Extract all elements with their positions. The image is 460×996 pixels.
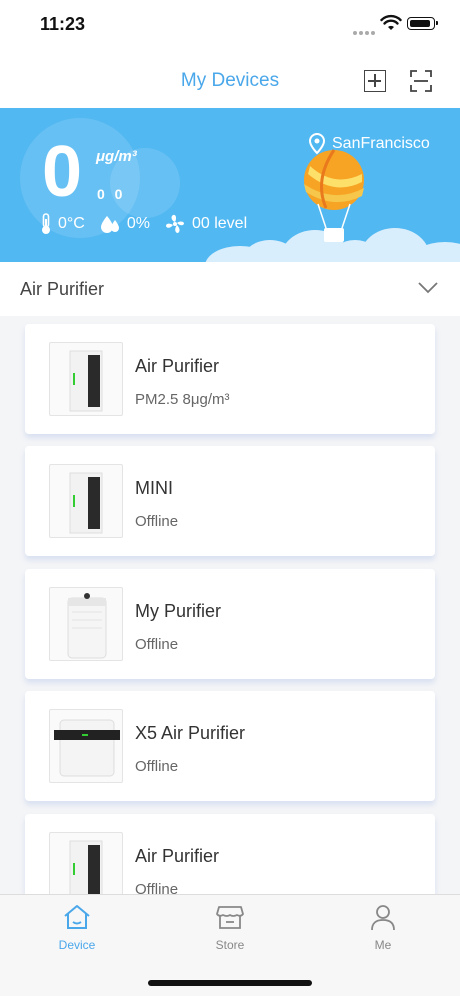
device-image xyxy=(49,709,123,783)
humidity-value: 0% xyxy=(126,215,150,232)
status-bar: 11:23 xyxy=(0,0,460,52)
device-status: Offline xyxy=(135,758,179,775)
device-status: Offline xyxy=(135,881,179,894)
device-status: Offline xyxy=(135,636,179,653)
pm25-sub-value: 0 0 xyxy=(97,186,126,202)
device-list: Air Purifier PM2.5 8μg/m³ MINI Offline M… xyxy=(0,316,460,894)
humidity-icon xyxy=(100,216,119,233)
tab-me[interactable]: Me xyxy=(333,903,433,952)
device-status: PM2.5 8μg/m³ xyxy=(135,391,230,408)
device-status: Offline xyxy=(135,513,179,530)
status-time: 11:23 xyxy=(40,14,86,34)
fan-level-stat: 00 level xyxy=(164,213,247,235)
tab-label: Device xyxy=(58,938,96,952)
purifier-icon xyxy=(69,472,103,534)
temperature-value: 0°C xyxy=(58,215,85,232)
home-icon xyxy=(64,905,90,929)
device-name: Air Purifier xyxy=(135,846,220,866)
battery-icon xyxy=(407,17,438,30)
plus-square-icon[interactable] xyxy=(364,70,386,92)
tab-label: Me xyxy=(374,938,392,952)
person-icon xyxy=(371,905,395,931)
device-image xyxy=(49,342,123,416)
device-card[interactable]: Air Purifier PM2.5 8μg/m³ xyxy=(25,324,435,434)
fan-icon xyxy=(165,214,184,233)
device-name: X5 Air Purifier xyxy=(135,723,246,743)
tab-store[interactable]: Store xyxy=(180,903,280,952)
home-indicator[interactable] xyxy=(148,980,312,986)
device-card[interactable]: Air Purifier Offline xyxy=(25,814,435,894)
purifier-icon xyxy=(54,719,120,777)
temperature-stat: 0°C xyxy=(40,213,85,235)
store-icon xyxy=(216,906,244,929)
purifier-icon xyxy=(69,350,103,412)
device-name: My Purifier xyxy=(135,601,222,621)
device-name: MINI xyxy=(135,478,173,498)
pm25-value: 0 xyxy=(42,132,83,212)
fan-level-value: 00 level xyxy=(191,215,248,232)
device-image xyxy=(49,464,123,538)
device-card[interactable]: X5 Air Purifier Offline xyxy=(25,691,435,801)
scan-icon[interactable] xyxy=(409,69,433,93)
page-title: My Devices xyxy=(180,70,280,91)
device-group-header[interactable]: Air Purifier xyxy=(0,262,460,316)
pm25-unit: μg/m³ xyxy=(96,148,137,165)
signal-icon xyxy=(353,22,377,40)
device-group-title: Air Purifier xyxy=(20,279,105,299)
purifier-icon xyxy=(69,840,103,894)
environment-stats: 0°C 0% 00 level xyxy=(40,212,261,236)
humidity-stat: 0% xyxy=(99,214,150,234)
device-card[interactable]: My Purifier Offline xyxy=(25,569,435,679)
tab-label: Store xyxy=(215,938,245,952)
air-quality-banner: 0 μg/m³ 0 0 0°C 0% 00 level SanFrancisco xyxy=(0,108,460,262)
hot-air-balloon-icon xyxy=(304,149,364,242)
tab-device[interactable]: Device xyxy=(27,903,127,952)
purifier-icon xyxy=(67,593,107,659)
nav-bar: My Devices xyxy=(0,52,460,108)
wifi-icon xyxy=(380,14,402,30)
thermometer-icon xyxy=(42,213,50,234)
device-image xyxy=(49,832,123,894)
device-card[interactable]: MINI Offline xyxy=(25,446,435,556)
device-image xyxy=(49,587,123,661)
chevron-down-icon[interactable] xyxy=(418,282,438,294)
device-name: Air Purifier xyxy=(135,356,220,376)
